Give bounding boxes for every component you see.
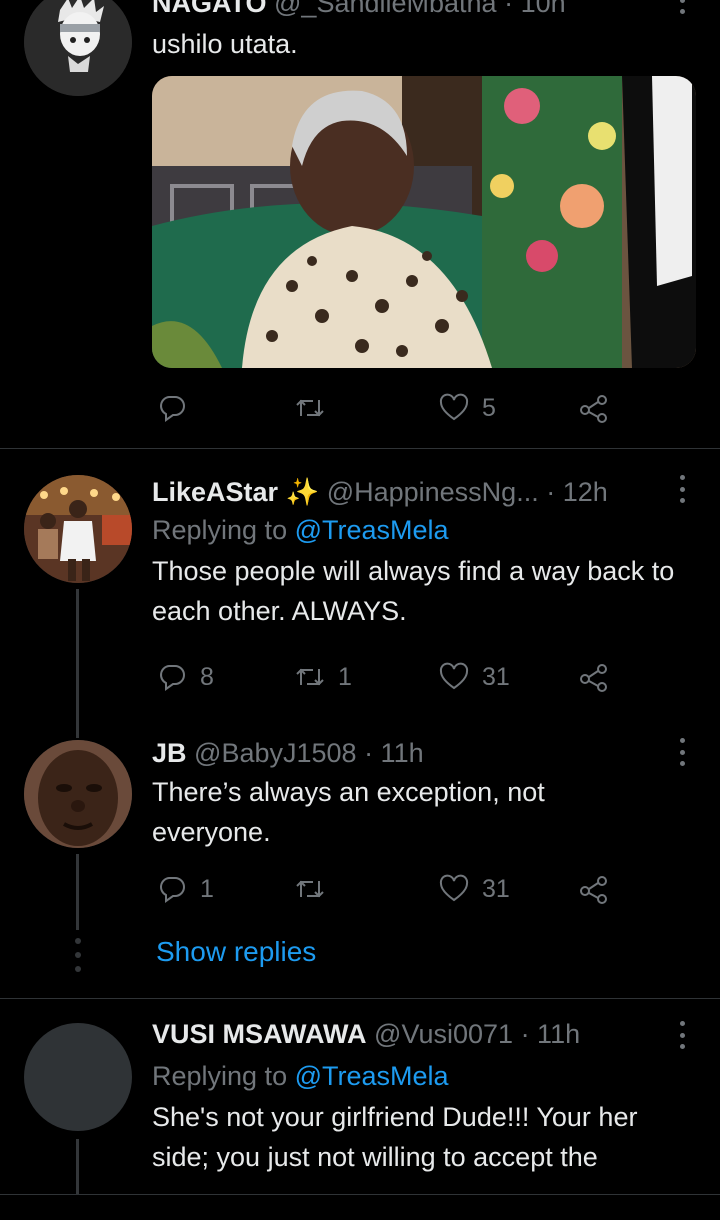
like-button[interactable]: 31 (438, 659, 510, 695)
tweet-header: VUSI MSAWAWA @Vusi0071 · 11h (152, 1017, 696, 1051)
avatar[interactable] (24, 475, 132, 583)
display-name[interactable]: LikeAStar ✨ (152, 477, 319, 507)
handle[interactable]: @_SandileMbatha (274, 0, 497, 18)
more-icon[interactable] (676, 1021, 688, 1049)
tweet-vusi[interactable]: VUSI MSAWAWA @Vusi0071 · 11h Replying to… (0, 999, 720, 1220)
show-replies-link[interactable]: Show replies (156, 934, 316, 970)
reply-icon (160, 396, 185, 422)
avatar[interactable] (24, 0, 132, 96)
timestamp[interactable]: · 10h (504, 0, 566, 18)
handle[interactable]: @BabyJ1508 (194, 738, 357, 768)
reply-icon (160, 665, 185, 691)
display-name[interactable]: NAGATO (152, 0, 267, 18)
like-count: 31 (482, 662, 510, 691)
retweet-icon (296, 399, 324, 417)
tweet-text: She's not your girlfriend Dude!!! Your h… (152, 1102, 638, 1172)
share-button[interactable] (578, 659, 610, 695)
retweet-count: 1 (338, 662, 352, 691)
bottom-bar (0, 1194, 720, 1220)
reply-count: 1 (200, 874, 214, 903)
replying-to: Replying to @TreasMela (152, 513, 696, 547)
replying-to-label: Replying to (152, 515, 288, 545)
replying-to-label: Replying to (152, 1061, 288, 1091)
tweet-header: LikeAStar ✨ @HappinessNg... · 12h (152, 475, 696, 509)
like-count: 31 (482, 874, 510, 903)
tweet-actions: 1 31 (152, 871, 622, 907)
display-name[interactable]: VUSI MSAWAWA (152, 1019, 367, 1049)
tweet-jb[interactable]: JB @BabyJ1508 · 11h There’s always an ex… (0, 728, 720, 998)
thread-line (76, 854, 79, 930)
avatar[interactable] (24, 740, 132, 848)
retweet-button[interactable]: 1 (294, 659, 352, 695)
tweet-text: Those people will always find a way back… (152, 556, 675, 626)
share-button[interactable] (578, 871, 610, 907)
timestamp[interactable]: · 11h (364, 738, 424, 768)
retweet-button[interactable] (294, 390, 338, 426)
avatar-image (24, 475, 132, 583)
thread-line (76, 589, 79, 738)
more-icon[interactable] (676, 738, 688, 766)
retweet-icon (296, 880, 324, 898)
reply-button[interactable]: 8 (156, 659, 214, 695)
avatar-image (24, 0, 132, 96)
share-icon (580, 664, 607, 692)
share-button[interactable] (578, 390, 610, 426)
tweet-nagato[interactable]: NAGATO @_SandileMbatha · 10h ushilo utat… (0, 0, 720, 448)
retweet-icon (296, 668, 324, 686)
retweet-button[interactable] (294, 871, 338, 907)
tweet-text: ushilo utata. (152, 29, 298, 59)
like-icon (439, 662, 469, 690)
like-count: 5 (482, 393, 496, 422)
media-image (152, 76, 696, 368)
reply-icon (160, 877, 185, 903)
tweet-media[interactable] (152, 76, 696, 368)
reply-button[interactable] (156, 390, 200, 426)
tweet-header: NAGATO @_SandileMbatha · 10h (152, 0, 696, 20)
share-icon (580, 395, 607, 423)
more-icon[interactable] (676, 0, 688, 14)
reply-count: 8 (200, 662, 214, 691)
handle[interactable]: @Vusi0071 (374, 1019, 513, 1049)
like-icon (439, 393, 469, 421)
avatar[interactable] (24, 1023, 132, 1131)
handle[interactable]: @HappinessNg... (327, 477, 539, 507)
timestamp[interactable]: · 12h (546, 477, 608, 507)
tweet-header: JB @BabyJ1508 · 11h (152, 736, 696, 770)
like-icon (439, 874, 469, 902)
like-button[interactable]: 31 (438, 871, 510, 907)
like-button[interactable]: 5 (438, 390, 496, 426)
avatar-image (24, 740, 132, 848)
display-name[interactable]: JB (152, 738, 187, 768)
replying-to-link[interactable]: @TreasMela (295, 1061, 449, 1091)
tweet-actions: 8 1 31 (152, 659, 622, 695)
thread-continuation-dots (74, 938, 82, 972)
reply-button[interactable]: 1 (156, 871, 214, 907)
tweet-actions: 5 (152, 390, 622, 426)
share-icon (580, 876, 607, 904)
replying-to: Replying to @TreasMela (152, 1059, 696, 1093)
tweet-text: There’s always an exception, not everyon… (152, 777, 545, 847)
more-icon[interactable] (676, 475, 688, 503)
replying-to-link[interactable]: @TreasMela (295, 515, 449, 545)
timestamp[interactable]: · 11h (521, 1019, 581, 1049)
tweet-likeastar[interactable]: LikeAStar ✨ @HappinessNg... · 12h Replyi… (0, 449, 720, 738)
